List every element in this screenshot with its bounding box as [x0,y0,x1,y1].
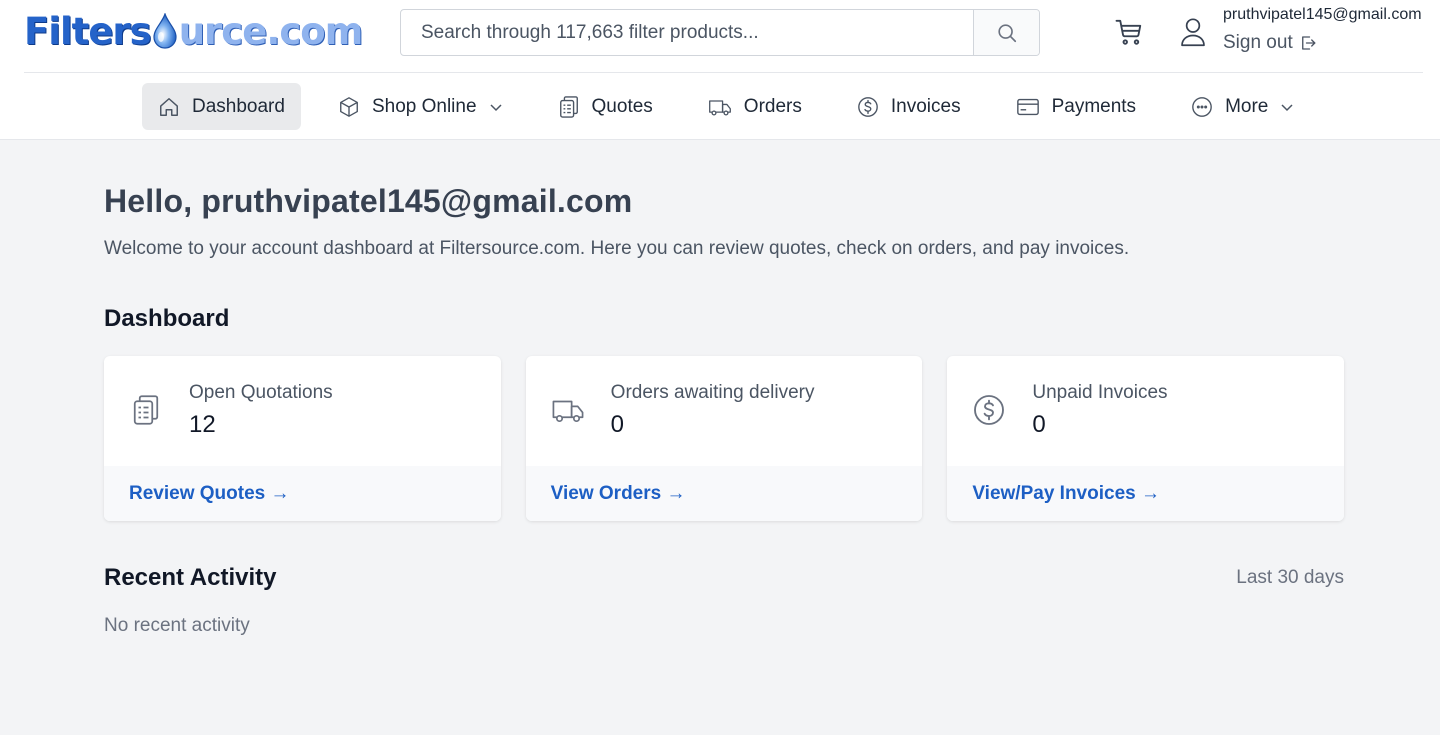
card-body: Open Quotations 12 [104,356,501,466]
view-pay-invoices-link[interactable]: View/Pay Invoices → [972,483,1160,505]
user-email: pruthvipatel145@gmail.com [1223,6,1422,23]
sign-out-label: Sign out [1223,32,1293,53]
sign-out-icon [1301,36,1316,50]
card-label: Unpaid Invoices [1032,382,1168,403]
site-logo[interactable]: Filters urce.com [24,9,364,53]
clipboard-icon [559,95,578,118]
truck-icon [708,99,731,116]
dashboard-section-title: Dashboard [104,305,230,332]
nav-label: Payments [1051,95,1137,117]
nav-label: Shop Online [371,95,477,117]
card-label: Open Quotations [189,382,333,403]
view-orders-link[interactable]: View Orders → [551,483,686,505]
summary-cards: Open Quotations 12 Review Quotes → Order… [104,356,1345,521]
nav-label: Invoices [890,95,961,117]
logo-text-secondary: urce.com [178,9,364,53]
card-footer: Review Quotes → [104,466,501,521]
card-value: 0 [1032,411,1046,438]
cart-icon [1115,19,1142,45]
clipboard-icon [128,392,164,428]
nav-item-dashboard[interactable]: Dashboard [142,83,301,130]
search-icon [997,23,1016,42]
nav-label: Dashboard [192,95,285,117]
nav-item-shop-online[interactable]: Shop Online [322,83,519,130]
nav-item-orders[interactable]: Orders [692,83,818,130]
site-header: Filters urce.com Search through 117,663 … [0,0,1440,140]
review-quotes-link[interactable]: Review Quotes → [129,483,290,505]
water-drop-icon [153,13,177,49]
card-orders-awaiting-delivery: Orders awaiting delivery 0 View Orders → [525,356,923,521]
page-greeting: Hello, pruthvipatel145@gmail.com [104,183,633,219]
cart-button[interactable] [1112,15,1146,49]
chevron-down-icon [1281,103,1293,111]
card-footer: View Orders → [525,466,923,521]
activity-range: Last 30 days [1236,567,1344,588]
nav-item-payments[interactable]: Payments [1000,83,1152,130]
top-bar: Filters urce.com Search through 117,663 … [24,0,1423,73]
home-icon [160,97,178,116]
recent-activity-title: Recent Activity [104,564,277,591]
card-value: 12 [189,411,216,438]
cube-icon [340,96,358,117]
dollar-circle-icon [971,392,1007,428]
card-body: Orders awaiting delivery 0 [526,356,923,466]
search-input[interactable] [401,10,973,55]
account-button[interactable] [1178,15,1208,49]
user-info: pruthvipatel145@gmail.com Sign out [1223,6,1433,54]
card-label: Orders awaiting delivery [610,382,815,403]
welcome-text: Welcome to your account dashboard at Fil… [104,238,1130,259]
nav-label: Orders [743,95,802,117]
card-footer: View/Pay Invoices → [947,466,1345,521]
nav-item-invoices[interactable]: Invoices [841,83,977,130]
search-button[interactable] [973,10,1039,55]
card-unpaid-invoices: Unpaid Invoices 0 View/Pay Invoices → [947,356,1345,521]
credit-card-icon [1016,98,1039,115]
dashboard-main: Hello, pruthvipatel145@gmail.com Welcome… [104,140,1345,637]
logo-text-primary: Filters [24,9,152,53]
dollar-circle-icon [858,96,878,117]
card-body: Unpaid Invoices 0 [947,356,1344,466]
nav-item-quotes[interactable]: Quotes [542,83,669,130]
card-value: 0 [610,411,625,438]
nav-label: Quotes [591,95,653,117]
sign-out-link[interactable]: Sign out [1223,32,1433,54]
nav-label: More [1225,95,1269,117]
main-nav: Dashboard Shop Online Quotes Orders Invo… [142,83,1333,130]
search-bar [400,9,1040,56]
card-open-quotations: Open Quotations 12 Review Quotes → [104,356,501,521]
truck-icon [550,392,586,428]
activity-empty-message: No recent activity [104,615,250,636]
recent-activity-header: Recent Activity Last 30 days [104,564,1344,592]
chevron-down-icon [490,103,502,111]
nav-item-more[interactable]: More [1175,83,1310,130]
user-icon [1181,18,1205,47]
more-circle-icon [1192,96,1212,117]
